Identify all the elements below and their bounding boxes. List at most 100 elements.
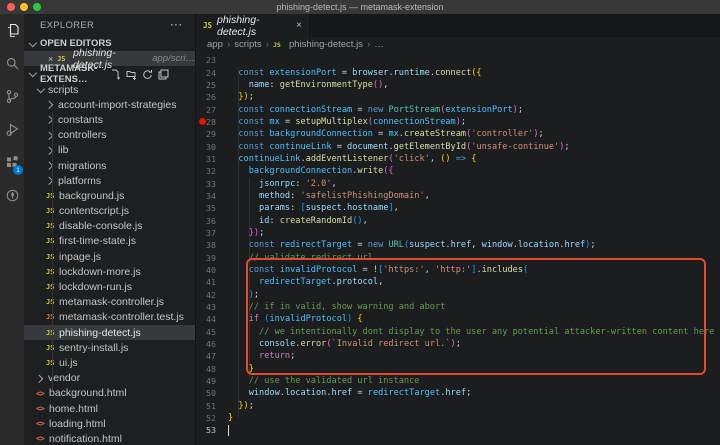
- tree-item-disable-console.js[interactable]: JSdisable-console.js: [24, 219, 195, 234]
- line-number[interactable]: 52: [196, 413, 216, 423]
- code-line-53[interactable]: 53: [196, 424, 720, 436]
- code-line-28[interactable]: 28 const mx = setupMultiplex(connectionS…: [196, 116, 720, 128]
- tree-item-notification.html[interactable]: <>notification.html: [24, 431, 195, 445]
- collapse-all-icon[interactable]: [158, 69, 169, 80]
- plugin-icon[interactable]: [0, 179, 24, 212]
- code-line-42[interactable]: 42 );: [196, 289, 720, 301]
- tree-item-account-import-strategies[interactable]: account-import-strategies: [24, 97, 195, 112]
- code-line-51[interactable]: 51 });: [196, 400, 720, 412]
- tree-item-background.html[interactable]: <>background.html: [24, 386, 195, 401]
- breadcrumb-app[interactable]: app: [207, 39, 223, 50]
- code-line-27[interactable]: 27 const connectionStream = new PortStre…: [196, 103, 720, 115]
- line-number[interactable]: 33: [196, 179, 216, 189]
- code-line-34[interactable]: 34 method: 'safelistPhishingDomain',: [196, 190, 720, 202]
- line-number[interactable]: 51: [196, 401, 216, 411]
- line-number[interactable]: 25: [196, 80, 216, 90]
- line-number[interactable]: 31: [196, 154, 216, 164]
- line-number[interactable]: 44: [196, 314, 216, 324]
- tree-item-ui.js[interactable]: JSui.js: [24, 355, 195, 370]
- line-number[interactable]: 30: [196, 142, 216, 152]
- tree-item-metamask-controller.js[interactable]: JSmetamask-controller.js: [24, 295, 195, 310]
- tree-item-migrations[interactable]: migrations: [24, 158, 195, 173]
- close-tab-icon[interactable]: ×: [296, 20, 302, 31]
- workspace-section-header[interactable]: METAMASK-EXTENS…: [24, 66, 195, 82]
- line-number[interactable]: 38: [196, 240, 216, 250]
- code-line-47[interactable]: 47 return;: [196, 350, 720, 362]
- line-number[interactable]: 43: [196, 302, 216, 312]
- line-number[interactable]: 42: [196, 290, 216, 300]
- code-line-32[interactable]: 32 backgroundConnection.write({: [196, 165, 720, 177]
- tree-item-platforms[interactable]: platforms: [24, 173, 195, 188]
- code-line-52[interactable]: 52}: [196, 412, 720, 424]
- code-line-50[interactable]: 50 window.location.href = redirectTarget…: [196, 387, 720, 399]
- tree-item-first-time-state.js[interactable]: JSfirst-time-state.js: [24, 234, 195, 249]
- code-editor[interactable]: 2324 const extensionPort = browser.runti…: [196, 52, 720, 445]
- search-icon[interactable]: [0, 47, 24, 80]
- line-number[interactable]: 34: [196, 191, 216, 201]
- line-number[interactable]: 26: [196, 92, 216, 102]
- code-line-38[interactable]: 38 const redirectTarget = new URL(suspec…: [196, 239, 720, 251]
- tree-item-contentscript.js[interactable]: JScontentscript.js: [24, 204, 195, 219]
- line-number[interactable]: 27: [196, 105, 216, 115]
- line-number[interactable]: 45: [196, 327, 216, 337]
- tree-item-constants[interactable]: constants: [24, 112, 195, 127]
- source-control-icon[interactable]: [0, 80, 24, 113]
- code-line-45[interactable]: 45 // we intentionally dont display to t…: [196, 326, 720, 338]
- line-number[interactable]: 50: [196, 388, 216, 398]
- code-line-39[interactable]: 39 // validate redirect url: [196, 252, 720, 264]
- code-line-36[interactable]: 36 id: createRandomId(),: [196, 214, 720, 226]
- code-line-35[interactable]: 35 params: [suspect.hostname],: [196, 202, 720, 214]
- run-debug-icon[interactable]: [0, 113, 24, 146]
- line-number[interactable]: 46: [196, 339, 216, 349]
- code-line-43[interactable]: 43 // if in valid, show warning and abor…: [196, 301, 720, 313]
- line-number[interactable]: 39: [196, 253, 216, 263]
- refresh-icon[interactable]: [142, 69, 153, 80]
- close-editor-icon[interactable]: ×: [48, 54, 57, 64]
- tree-item-home.html[interactable]: <>home.html: [24, 401, 195, 416]
- code-line-25[interactable]: 25 name: getEnvironmentType(),: [196, 79, 720, 91]
- line-number[interactable]: 53: [196, 425, 216, 435]
- line-number[interactable]: 23: [196, 55, 216, 65]
- tree-item-sentry-install.js[interactable]: JSsentry-install.js: [24, 340, 195, 355]
- tree-item-loading.html[interactable]: <>loading.html: [24, 416, 195, 431]
- code-line-24[interactable]: 24 const extensionPort = browser.runtime…: [196, 66, 720, 78]
- line-number[interactable]: 49: [196, 376, 216, 386]
- code-line-37[interactable]: 37 });: [196, 227, 720, 239]
- tree-item-lockdown-more.js[interactable]: JSlockdown-more.js: [24, 264, 195, 279]
- tree-item-inpage.js[interactable]: JSinpage.js: [24, 249, 195, 264]
- code-line-29[interactable]: 29 const backgroundConnection = mx.creat…: [196, 128, 720, 140]
- tab-phishing-detect[interactable]: JS phishing-detect.js ×: [196, 14, 310, 37]
- code-line-33[interactable]: 33 jsonrpc: '2.0',: [196, 177, 720, 189]
- code-line-44[interactable]: 44 if (invalidProtocol) {: [196, 313, 720, 325]
- breadcrumb-file[interactable]: phishing-detect.js: [289, 39, 363, 50]
- tree-item-background.js[interactable]: JSbackground.js: [24, 188, 195, 203]
- code-line-46[interactable]: 46 console.error(`Invalid redirect url.`…: [196, 338, 720, 350]
- tree-item-controllers[interactable]: controllers: [24, 128, 195, 143]
- new-file-icon[interactable]: [110, 69, 121, 80]
- line-number[interactable]: 29: [196, 129, 216, 139]
- tree-item-vendor[interactable]: vendor: [24, 371, 195, 386]
- tree-item-metamask-controller.test.js[interactable]: JSmetamask-controller.test.js: [24, 310, 195, 325]
- code-line-49[interactable]: 49 // use the validated url instance: [196, 375, 720, 387]
- line-number[interactable]: 41: [196, 277, 216, 287]
- tree-item-phishing-detect.js[interactable]: JSphishing-detect.js: [24, 325, 195, 340]
- line-number[interactable]: 24: [196, 68, 216, 78]
- tree-item-lib[interactable]: lib: [24, 143, 195, 158]
- code-line-48[interactable]: 48 }: [196, 363, 720, 375]
- code-line-41[interactable]: 41 redirectTarget.protocol,: [196, 276, 720, 288]
- line-number[interactable]: 37: [196, 228, 216, 238]
- code-line-31[interactable]: 31 continueLink.addEventListener('click'…: [196, 153, 720, 165]
- explorer-icon[interactable]: [0, 14, 24, 47]
- code-line-30[interactable]: 30 const continueLink = document.getElem…: [196, 140, 720, 152]
- code-line-26[interactable]: 26 });: [196, 91, 720, 103]
- new-folder-icon[interactable]: [126, 69, 137, 80]
- line-number[interactable]: 35: [196, 203, 216, 213]
- extensions-icon[interactable]: 1: [0, 146, 24, 179]
- line-number[interactable]: 36: [196, 216, 216, 226]
- explorer-more-actions-icon[interactable]: ···: [171, 20, 184, 31]
- line-number[interactable]: 32: [196, 166, 216, 176]
- tree-item-lockdown-run.js[interactable]: JSlockdown-run.js: [24, 279, 195, 294]
- breadcrumb-symbol[interactable]: …: [374, 39, 384, 50]
- line-number[interactable]: 40: [196, 265, 216, 275]
- code-line-40[interactable]: 40 const invalidProtocol = !['https:', '…: [196, 264, 720, 276]
